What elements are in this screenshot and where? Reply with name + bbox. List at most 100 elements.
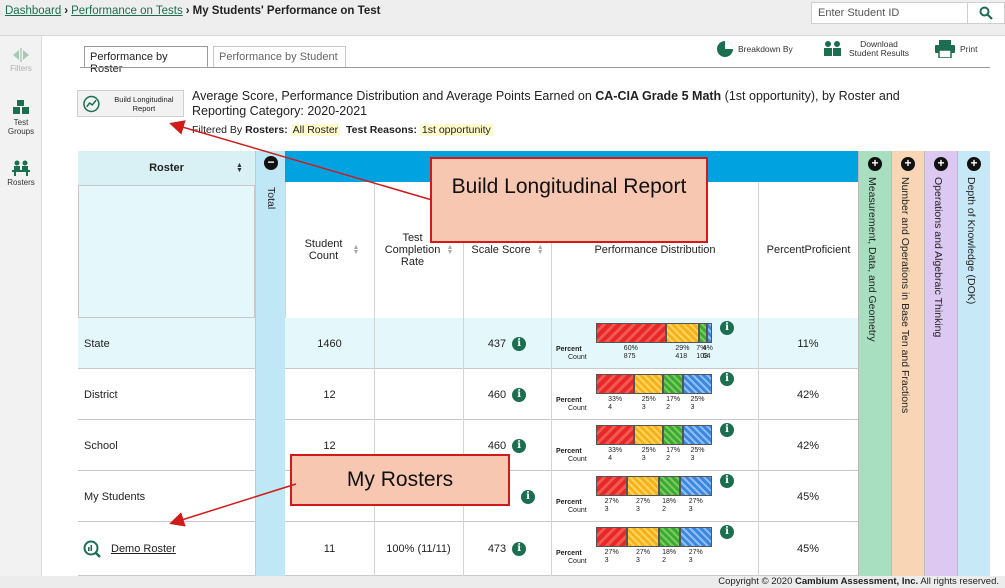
performance-segment — [596, 425, 635, 445]
footer-rights: All rights reserved. — [918, 576, 999, 587]
breadcrumb-performance-link[interactable]: Performance on Tests — [71, 5, 183, 17]
nav-rosters[interactable]: Rosters — [0, 160, 42, 187]
performance-segment — [699, 323, 708, 343]
pie-chart-icon — [717, 41, 733, 57]
report-test-name: CA-CIA Grade 5 Math — [595, 89, 722, 103]
performance-segment — [665, 323, 700, 343]
pd-percent: 25% — [690, 396, 705, 403]
roster-column-header[interactable]: Roster — [78, 151, 255, 186]
pd-percent-label: Percent — [556, 550, 582, 557]
info-icon[interactable]: i — [521, 489, 535, 504]
pd-count: 3 — [604, 506, 609, 513]
cubes-icon — [13, 100, 29, 114]
completion-rate-sort-icon[interactable]: ▲ ▼ — [447, 244, 454, 256]
percent-proficient-cell: 42% — [796, 439, 820, 452]
breadcrumb-dashboard-link[interactable]: Dashboard — [5, 5, 61, 17]
roster-name-cell: District — [84, 388, 118, 401]
performance-segment — [627, 476, 659, 496]
pd-percent: 33% — [608, 447, 623, 454]
roster-sort-icon[interactable]: ▲ ▼ — [236, 162, 243, 174]
performance-bar[interactable] — [596, 476, 712, 496]
breakdown-by-label: Breakdown By — [738, 44, 793, 54]
pd-count: 418 — [675, 353, 688, 360]
pd-percent: 33% — [608, 396, 623, 403]
pd-count: 4 — [608, 404, 613, 411]
performance-segment — [658, 476, 680, 496]
pd-percent: 25% — [641, 447, 656, 454]
pd-percent: 25% — [641, 396, 656, 403]
roster-link-demo-roster[interactable]: Demo Roster — [111, 543, 176, 555]
student-id-input[interactable] — [811, 2, 968, 24]
info-icon[interactable]: i — [512, 336, 527, 351]
total-column-label: Total — [265, 187, 277, 210]
performance-bar[interactable] — [596, 374, 712, 394]
pd-percent: 27% — [688, 498, 703, 505]
pd-percent-label: Percent — [556, 346, 582, 353]
student-count-cell: 1460 — [317, 337, 342, 350]
performance-segment — [682, 425, 712, 445]
download-student-results-button[interactable]: Download Student Results — [821, 40, 909, 58]
pd-count: 3 — [641, 404, 646, 411]
top-bar: Dashboard › Performance on Tests › My Studen… — [0, 0, 1005, 36]
test-reasons-filter-value: 1st opportunity — [419, 124, 493, 136]
student-count-sort-icon[interactable]: ▲ ▼ — [353, 244, 360, 256]
pd-count-label: Count — [568, 354, 587, 361]
percent-proficient-cell: 11% — [797, 337, 819, 350]
info-icon[interactable]: i — [720, 372, 734, 386]
breadcrumb-separator: › — [185, 5, 190, 17]
tab-performance-by-student[interactable]: Performance by Student — [213, 46, 346, 68]
expand-category-icon[interactable]: + — [868, 157, 882, 171]
category-column: + Number and Operations in Base Ten and F… — [891, 151, 924, 576]
pd-count: 2 — [666, 455, 671, 462]
pd-labels: Percent Count — [556, 448, 587, 464]
roster-name-cell: State — [84, 337, 110, 350]
pd-count-label: Count — [568, 558, 587, 565]
pd-percent: 17% — [666, 396, 681, 403]
print-label: Print — [960, 44, 978, 54]
download-people-icon — [824, 41, 841, 56]
student-count-cell: 11 — [323, 543, 336, 555]
pd-percent: 27% — [635, 498, 650, 505]
percent-proficient-cell: 42% — [796, 388, 820, 401]
roster-magnifier-icon[interactable] — [83, 540, 101, 558]
collapse-total-icon[interactable]: − — [264, 156, 278, 170]
breadcrumb: Dashboard › Performance on Tests › My Studen… — [5, 5, 380, 17]
info-icon[interactable]: i — [720, 423, 734, 437]
pd-labels: Percent Count — [556, 499, 587, 515]
build-longitudinal-report-label: Build Longitudinal Report — [114, 94, 174, 113]
filters-arrows-icon — [13, 48, 29, 62]
expand-category-icon[interactable]: + — [934, 157, 948, 171]
expand-category-icon[interactable]: + — [967, 157, 981, 171]
pd-count: 2 — [666, 404, 671, 411]
rosters-filter-value: All Roster — [290, 124, 341, 136]
scale-score-cell: 437 i — [463, 318, 551, 369]
breakdown-by-button[interactable]: Breakdown By — [716, 40, 793, 58]
student-count-header[interactable]: Student Count ▲ ▼ — [285, 182, 374, 318]
info-icon[interactable]: i — [512, 542, 527, 556]
tab-divider — [80, 67, 990, 68]
breadcrumb-current: My Students' Performance on Test — [192, 5, 381, 17]
expand-category-icon[interactable]: + — [901, 157, 915, 171]
pd-percent: 25% — [690, 447, 705, 454]
performance-segment — [707, 323, 712, 343]
info-icon[interactable]: i — [512, 438, 527, 453]
info-icon[interactable]: i — [720, 474, 734, 488]
tab-performance-by-roster[interactable]: Performance by Roster — [84, 46, 208, 75]
info-icon[interactable]: i — [512, 387, 527, 402]
nav-filters[interactable]: Filters — [0, 48, 42, 73]
scale-score-sort-icon[interactable]: ▲ ▼ — [537, 244, 544, 256]
print-button[interactable]: Print — [934, 40, 977, 58]
pd-percent-label: Percent — [556, 448, 582, 455]
trend-chart-icon — [83, 95, 100, 112]
info-icon[interactable]: i — [720, 525, 734, 539]
build-longitudinal-report-button[interactable]: Build Longitudinal Report — [77, 90, 184, 117]
scale-score-value: 460 — [487, 439, 507, 452]
nav-test-groups[interactable]: Test Groups — [0, 100, 42, 136]
info-icon[interactable]: i — [720, 321, 734, 335]
performance-bar[interactable] — [596, 425, 712, 445]
magnifier-icon[interactable] — [968, 2, 1005, 24]
nav-test-groups-label: Test Groups — [7, 118, 35, 136]
performance-bar[interactable] — [596, 323, 712, 343]
performance-bar[interactable] — [596, 527, 712, 547]
report-filters: Filtered By Rosters: All Roster Test Rea… — [192, 124, 493, 136]
